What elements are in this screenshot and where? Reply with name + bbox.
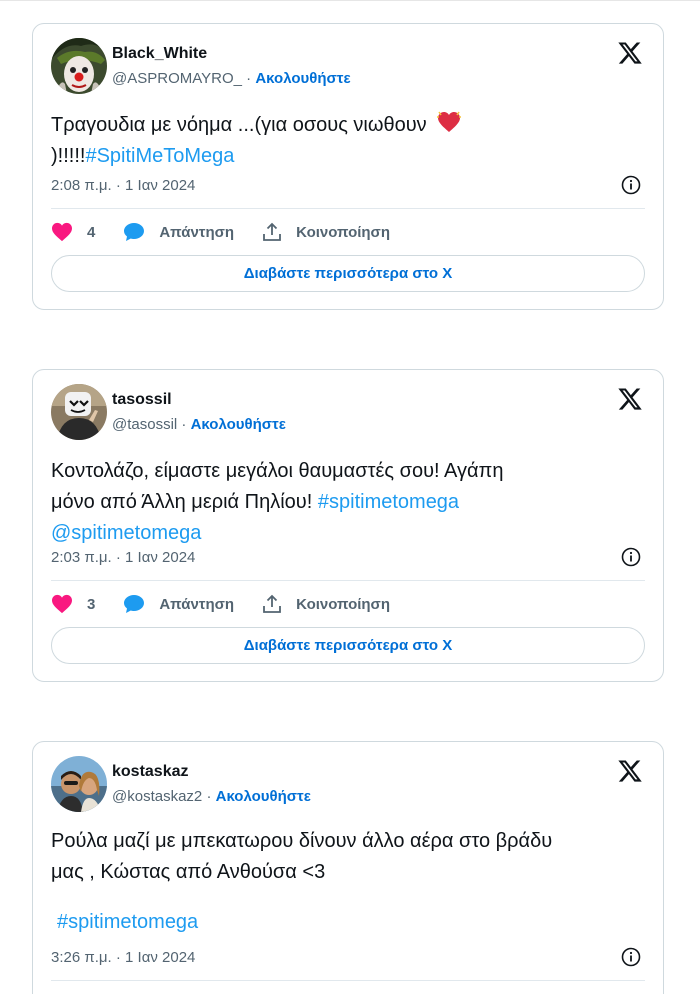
heart-icon [52,222,72,242]
tweet-card: kostaskaz @kostaskaz2 · Ακολουθήστε Ρούλ… [32,741,664,994]
reply-bubble-icon [124,223,145,241]
avatar[interactable] [51,38,107,94]
share-label: Κοινοποίηση [296,223,390,241]
x-logo-icon[interactable] [617,758,643,784]
heart-emoji-icon [437,111,462,132]
tweet-actions: 3 Απάντηση Κοινοποίηση [51,592,645,616]
follow-link[interactable]: Ακολουθήστε [191,416,286,433]
tweet-handle-line: @tasossil · Ακολουθήστε [112,416,286,433]
share-button[interactable]: Κοινοποίηση [262,594,390,614]
avatar[interactable] [51,384,107,440]
tweet-handle[interactable]: @ASPROMAYRO_ [112,70,242,87]
avatar[interactable] [51,756,107,812]
top-divider [0,0,700,1]
share-icon [263,594,281,613]
read-more-button[interactable]: Διαβάστε περισσότερα στο X [51,627,645,664]
tweet-username[interactable]: tasossil [112,391,172,409]
x-logo-icon[interactable] [617,40,643,66]
heart-icon [52,594,72,614]
hashtag-link[interactable]: #SpitiMeToMega [85,145,234,167]
reply-label: Απάντηση [159,223,235,241]
tweet-timestamp[interactable]: 3:26 π.μ. · 1 Ιαν 2024 [51,949,195,966]
x-logo-icon[interactable] [617,386,643,412]
divider [51,580,645,581]
share-label: Κοινοποίηση [296,595,390,613]
tweet-handle[interactable]: @tasossil [112,416,177,433]
follow-link[interactable]: Ακολουθήστε [255,70,350,87]
tweet-username[interactable]: Black_White [112,45,207,63]
tweet-timestamp[interactable]: 2:08 π.μ. · 1 Ιαν 2024 [51,177,195,194]
reply-label: Απάντηση [159,595,235,613]
info-icon[interactable] [621,175,641,195]
reply-button[interactable]: Απάντηση [123,222,234,242]
tweet-text: Κοντολάζο, είμαστε μεγάλοι θαυμαστές σου… [51,456,645,549]
tweet-handle-line: @kostaskaz2 · Ακολουθήστε [112,788,311,805]
share-button[interactable]: Κοινοποίηση [262,222,390,242]
info-icon[interactable] [621,947,641,967]
hashtag-link[interactable]: #spitimetomega [318,491,459,513]
like-count: 3 [87,595,96,613]
tweet-text-line: μόνο από Άλλη μεριά Πηλίου! [51,491,313,513]
tweet-card: tasossil @tasossil · Ακολουθήστε Κοντολά… [32,369,664,682]
tweet-text: Ρούλα μαζί με μπεκατωρου δίνουν άλλο αέρ… [51,826,645,888]
share-icon [263,222,281,241]
tweet-text-line: Τραγουδια με νόημα ...(για οσους νιωθουν [51,114,427,136]
divider [51,208,645,209]
tweet-timestamp[interactable]: 2:03 π.μ. · 1 Ιαν 2024 [51,549,195,566]
tweet-actions: 4 Απάντηση Κοινοποίηση [51,220,645,244]
tweet-hashtag-block: #spitimetomega [57,907,645,938]
info-icon[interactable] [621,547,641,567]
tweet-text-line: μας , Κώστας από Ανθούσα <3 [51,861,326,883]
like-button[interactable]: 4 [51,222,95,242]
tweet-text-line: Κοντολάζο, είμαστε μεγάλοι θαυμαστές σου… [51,460,504,482]
tweet-handle-line: @ASPROMAYRO_ · Ακολουθήστε [112,70,351,87]
like-button[interactable]: 3 [51,594,95,614]
reply-button[interactable]: Απάντηση [123,594,234,614]
tweet-text: Τραγουδια με νόημα ...(για οσους νιωθουν… [51,110,645,172]
tweet-username[interactable]: kostaskaz [112,763,189,781]
read-more-button[interactable]: Διαβάστε περισσότερα στο X [51,255,645,292]
tweet-text-line: )!!!!! [51,145,86,167]
follow-link[interactable]: Ακολουθήστε [216,788,311,805]
reply-bubble-icon [124,595,145,613]
tweet-text-line: Ρούλα μαζί με μπεκατωρου δίνουν άλλο αέρ… [51,830,553,852]
tweet-handle[interactable]: @kostaskaz2 [112,788,202,805]
divider [51,980,645,981]
tweet-card: Black_White @ASPROMAYRO_ · Ακολουθήστε Τ… [32,23,664,310]
like-count: 4 [87,223,96,241]
hashtag-link[interactable]: #spitimetomega [57,911,198,933]
mention-link[interactable]: @spitimetomega [51,522,201,544]
